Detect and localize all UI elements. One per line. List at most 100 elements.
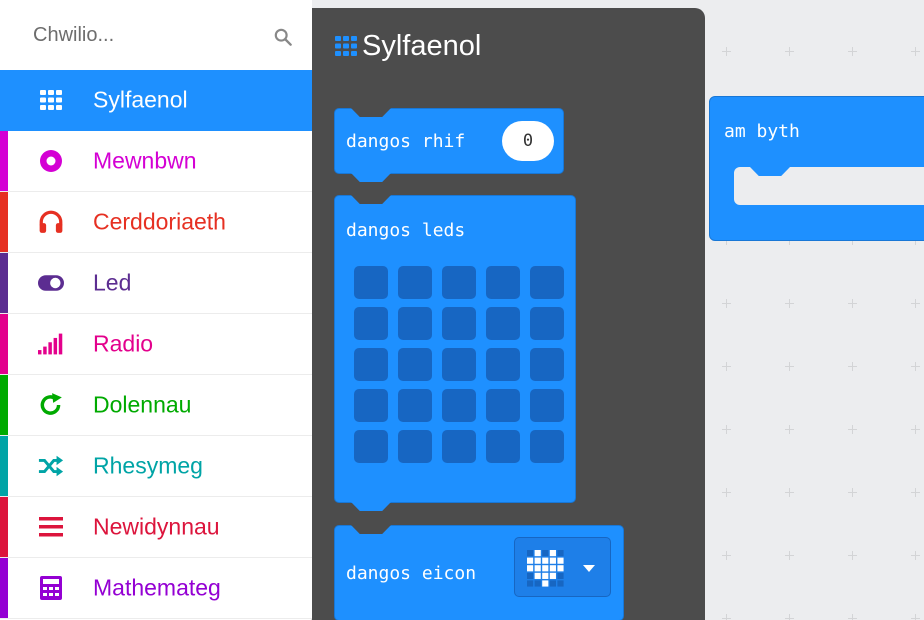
led-cell[interactable] (398, 307, 432, 340)
led-cell[interactable] (398, 348, 432, 381)
sidebar-item-input[interactable]: Mewnbwn (0, 131, 312, 192)
grid-marker (911, 47, 920, 56)
forever-block[interactable]: am byth (709, 96, 924, 241)
grid-marker (848, 299, 857, 308)
loop-arrow-icon (38, 392, 64, 418)
led-cell[interactable] (398, 389, 432, 422)
led-cell[interactable] (486, 266, 520, 299)
category-color-stripe (0, 558, 8, 618)
grid-marker (848, 488, 857, 497)
led-cell[interactable] (530, 430, 564, 463)
grid-icon (335, 36, 357, 56)
led-cell[interactable] (442, 389, 476, 422)
toggle-icon (38, 270, 64, 296)
category-color-stripe (0, 70, 8, 130)
toolbox-flyout: Sylfaenol dangos rhif 0 dangos leds dang… (312, 8, 705, 620)
led-cell[interactable] (442, 266, 476, 299)
block-notch (351, 195, 391, 204)
grid-marker (722, 614, 731, 620)
led-cell[interactable] (442, 307, 476, 340)
sidebar-item-label: Cerddoriaeth (93, 208, 226, 235)
search-icon[interactable] (274, 28, 292, 46)
grid-marker (722, 47, 731, 56)
sidebar-item-label: Led (93, 269, 132, 296)
sidebar-item-radio[interactable]: Radio (0, 314, 312, 375)
led-cell[interactable] (354, 430, 388, 463)
sidebar-item-basic[interactable]: Sylfaenol (0, 70, 312, 131)
grid-marker (911, 425, 920, 434)
sidebar-item-music[interactable]: Cerddoriaeth (0, 192, 312, 253)
category-color-stripe (0, 192, 8, 252)
category-color-stripe (0, 497, 8, 557)
grid-marker (722, 425, 731, 434)
show-icon-label: dangos eicon (346, 563, 477, 584)
flyout-title-text: Sylfaenol (362, 29, 482, 62)
led-cell[interactable] (442, 430, 476, 463)
sidebar-item-label: Newidynnau (93, 513, 220, 540)
grid-marker (722, 299, 731, 308)
led-cell[interactable] (530, 266, 564, 299)
grid-marker (722, 551, 731, 560)
show-icon-block[interactable]: dangos eicon (334, 525, 624, 620)
sidebar-item-led[interactable]: Led (0, 253, 312, 314)
sidebar-item-label: Sylfaenol (93, 86, 188, 113)
block-notch (351, 525, 391, 534)
category-color-stripe (0, 436, 8, 496)
lines-icon (38, 514, 64, 540)
sidebar-item-label: Rhesymeg (93, 452, 203, 479)
show-leds-label: dangos leds (346, 220, 466, 241)
grid-marker (911, 362, 920, 371)
search-input[interactable] (8, 8, 308, 62)
category-color-stripe (0, 253, 8, 313)
led-cell[interactable] (442, 348, 476, 381)
signal-bars-icon (38, 331, 64, 357)
forever-block-label: am byth (724, 121, 800, 142)
grid-marker (848, 362, 857, 371)
grid-marker (848, 425, 857, 434)
grid-marker (785, 47, 794, 56)
icon-dropdown[interactable] (514, 537, 611, 597)
grid-marker (785, 551, 794, 560)
category-color-stripe (0, 314, 8, 374)
sidebar-item-label: Radio (93, 330, 154, 357)
led-cell[interactable] (486, 430, 520, 463)
block-notch (351, 108, 391, 117)
grid-marker (785, 614, 794, 620)
led-cell[interactable] (354, 348, 388, 381)
search-bar (8, 0, 312, 70)
sidebar-item-loops[interactable]: Dolennau (0, 375, 312, 436)
headphones-icon (38, 209, 64, 235)
led-cell[interactable] (354, 266, 388, 299)
led-cell[interactable] (398, 430, 432, 463)
grid-marker (911, 299, 920, 308)
sidebar-item-logic[interactable]: Rhesymeg (0, 436, 312, 497)
sidebar-item-math[interactable]: Mathemateg (0, 558, 312, 619)
grid-marker (722, 362, 731, 371)
led-cell[interactable] (354, 389, 388, 422)
target-icon (38, 148, 64, 174)
dropdown-arrow-icon (583, 565, 595, 572)
grid-marker (785, 299, 794, 308)
grid-marker (722, 488, 731, 497)
grid-marker (848, 551, 857, 560)
led-cell[interactable] (486, 348, 520, 381)
show-leds-block[interactable]: dangos leds (334, 195, 576, 511)
grid-marker (848, 47, 857, 56)
led-cell[interactable] (530, 348, 564, 381)
sidebar-item-label: Dolennau (93, 391, 192, 418)
led-cell[interactable] (398, 266, 432, 299)
grid-marker (785, 488, 794, 497)
led-cell[interactable] (354, 307, 388, 340)
led-cell[interactable] (530, 389, 564, 422)
sidebar-item-variables[interactable]: Newidynnau (0, 497, 312, 558)
block-notch-bottom (351, 173, 391, 182)
led-cell[interactable] (486, 307, 520, 340)
led-cell[interactable] (486, 389, 520, 422)
show-number-block[interactable]: dangos rhif 0 (334, 108, 564, 182)
category-color-stripe (0, 131, 8, 191)
category-color-stripe (0, 375, 8, 435)
grid-icon (38, 87, 64, 113)
calculator-icon (38, 575, 64, 601)
show-number-value-field[interactable]: 0 (502, 121, 554, 161)
led-cell[interactable] (530, 307, 564, 340)
